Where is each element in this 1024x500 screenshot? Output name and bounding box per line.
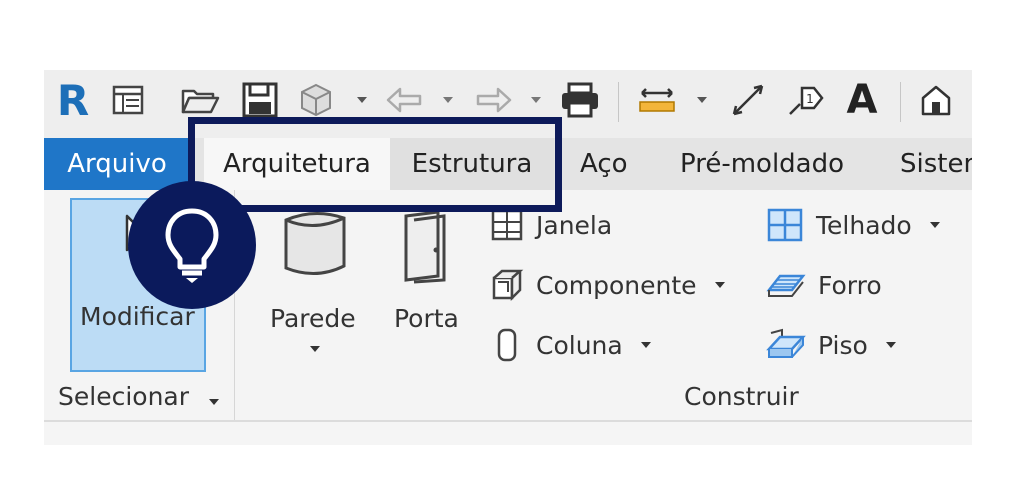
chevron-down-icon [885,342,896,348]
chevron-down-icon [640,342,651,348]
tab-pre-moldado[interactable]: Pré-moldado [680,138,844,190]
select-panel-label: Selecionar [58,382,190,411]
lightbulb-icon [165,208,219,283]
toolbar-separator [900,82,901,122]
revit-logo-letter: R [56,75,90,125]
tab-aco[interactable]: Aço [580,138,628,190]
door-label: Porta [394,304,459,333]
column-label: Coluna [536,330,623,360]
ceiling-icon [766,274,806,297]
chevron-down-icon [208,399,219,405]
toolbar-separator [618,82,619,122]
chevron-down-icon [929,222,940,228]
floor-icon [766,328,806,358]
tab-sistemas[interactable]: Sisten [900,138,972,190]
tabs-highlight-box [188,117,562,212]
text-icon-glyph: A [846,77,878,123]
select-panel-dropdown[interactable]: Selecionar [58,382,219,411]
roof-icon [767,208,803,242]
measure-icon[interactable] [634,70,680,130]
tip-badge [128,181,256,309]
floor-label: Piso [818,330,868,360]
roof-button[interactable]: Telhado [766,200,940,250]
properties-icon[interactable] [108,70,148,130]
component-icon [492,269,524,302]
measure-dropdown-icon[interactable] [696,70,708,130]
column-icon [497,328,517,362]
ceiling-button[interactable]: Forro [766,260,882,310]
door-button[interactable]: Porta [390,200,470,350]
floor-button[interactable]: Piso [766,320,896,370]
chevron-down-icon [714,282,725,288]
window-label: Janela [536,210,613,240]
revit-logo-icon[interactable]: R [52,70,94,130]
align-dimension-icon[interactable] [726,70,770,130]
ceiling-label: Forro [818,270,882,300]
print-icon[interactable] [556,70,604,130]
column-button[interactable]: Coluna [490,320,651,370]
3d-view-icon[interactable] [914,70,958,130]
wall-icon [284,212,346,275]
tag-icon[interactable]: 1 [784,70,828,130]
component-label: Componente [536,270,697,300]
roof-label: Telhado [816,210,912,240]
chevron-down-icon [310,346,320,352]
wall-button[interactable]: Parede [266,200,366,352]
build-panel-label: Construir [684,382,799,411]
door-icon [404,210,446,284]
svg-text:1: 1 [806,92,814,106]
text-icon[interactable]: A [840,70,884,130]
component-button[interactable]: Componente [490,260,725,310]
wall-label: Parede [270,304,356,333]
tab-arquivo[interactable]: Arquivo [44,138,190,190]
window-icon [491,209,523,241]
